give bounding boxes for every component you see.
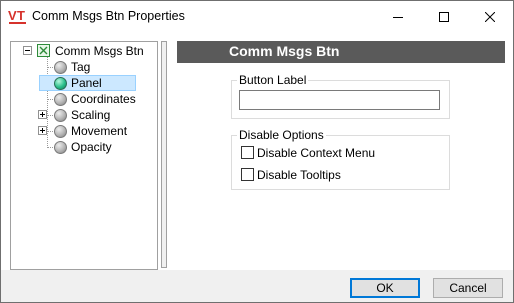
expand-icon[interactable] <box>38 110 47 119</box>
gray-dot-icon <box>54 93 67 106</box>
tree-root-label: Comm Msgs Btn <box>55 44 144 58</box>
tree-item-label: Movement <box>71 124 128 138</box>
component-icon <box>37 44 50 57</box>
gray-dot-icon <box>54 109 67 122</box>
minimize-button[interactable] <box>375 1 421 32</box>
property-tree[interactable]: Comm Msgs Btn Tag Panel Coordinates Scal… <box>10 41 158 270</box>
tree-item-label: Coordinates <box>71 92 136 106</box>
title-bar[interactable]: V T Comm Msgs Btn Properties <box>1 1 513 32</box>
disable-options-legend: Disable Options <box>237 128 326 142</box>
maximize-button[interactable] <box>421 1 467 32</box>
panel-splitter[interactable] <box>161 41 167 268</box>
maximize-icon <box>439 11 449 22</box>
svg-text:T: T <box>17 8 25 23</box>
tree-item-tag[interactable]: Tag <box>11 59 157 75</box>
tree-item-label: Scaling <box>71 108 111 122</box>
tree-item-label: Opacity <box>71 140 112 154</box>
disable-tooltips-checkbox[interactable] <box>241 168 254 181</box>
tree-item-opacity[interactable]: Opacity <box>11 139 157 155</box>
panel-header-title: Comm Msgs Btn <box>229 43 340 59</box>
svg-text:V: V <box>8 8 17 23</box>
green-dot-icon <box>54 77 67 90</box>
properties-dialog: V T Comm Msgs Btn Properties Comm Msgs B… <box>0 0 514 303</box>
button-label-legend: Button Label <box>237 73 309 87</box>
gray-dot-icon <box>54 141 67 154</box>
tree-item-label: Tag <box>71 60 91 74</box>
vt-scada-icon: V T <box>8 8 26 24</box>
close-icon <box>485 11 495 22</box>
disable-tooltips-label[interactable]: Disable Tooltips <box>257 168 341 182</box>
tree-item-panel[interactable]: Panel <box>11 75 157 91</box>
tree-item-scaling[interactable]: Scaling <box>11 107 157 123</box>
tree-item-label: Panel <box>71 76 102 90</box>
disable-context-menu-label[interactable]: Disable Context Menu <box>257 146 375 160</box>
gray-dot-icon <box>54 125 67 138</box>
close-button[interactable] <box>467 1 513 32</box>
collapse-icon[interactable] <box>23 46 32 55</box>
tree-item-movement[interactable]: Movement <box>11 123 157 139</box>
minimize-icon <box>393 16 403 18</box>
ok-button[interactable]: OK <box>350 278 420 298</box>
expand-icon[interactable] <box>38 126 47 135</box>
tree-root[interactable]: Comm Msgs Btn <box>11 43 157 59</box>
panel-header: Comm Msgs Btn <box>177 41 505 63</box>
gray-dot-icon <box>54 61 67 74</box>
button-label-input[interactable] <box>239 90 440 110</box>
cancel-button[interactable]: Cancel <box>433 278 503 298</box>
disable-context-menu-checkbox[interactable] <box>241 146 254 159</box>
window-title: Comm Msgs Btn Properties <box>32 9 185 23</box>
tree-item-coordinates[interactable]: Coordinates <box>11 91 157 107</box>
